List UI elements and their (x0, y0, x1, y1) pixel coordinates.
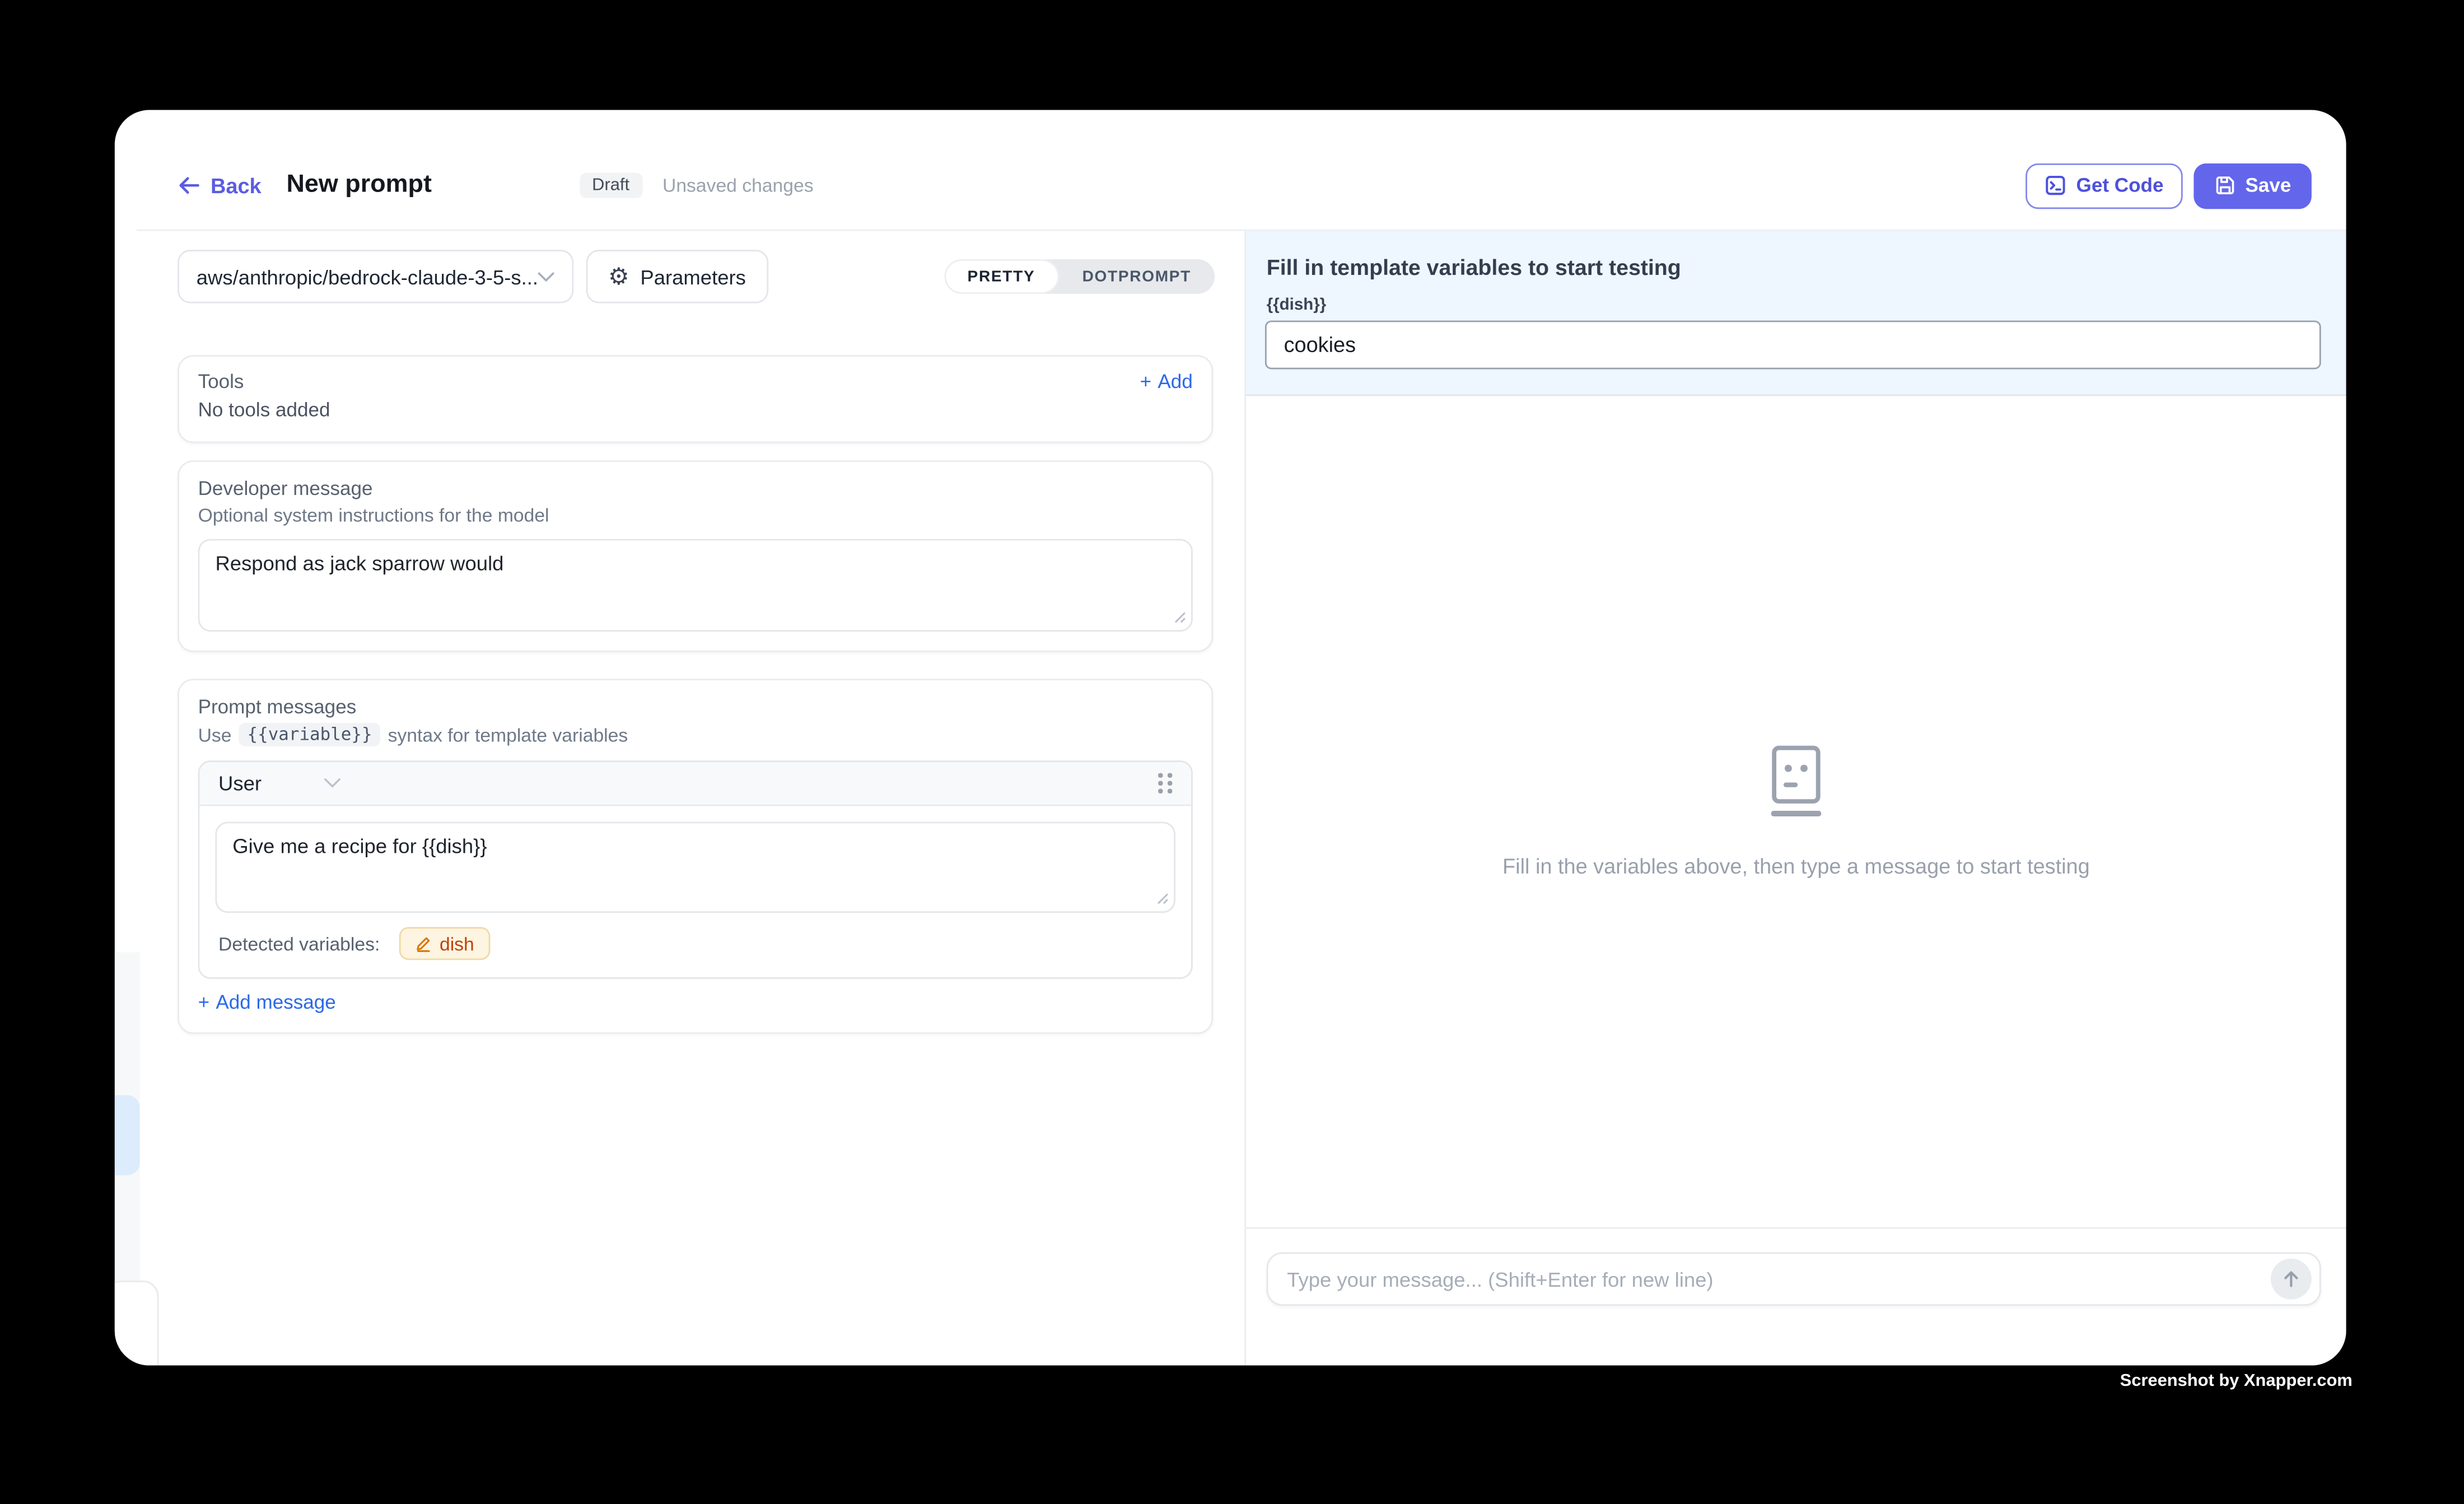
screenshot-stage: Back New prompt Draft Unsaved changes Ge… (0, 0, 2464, 1503)
test-panel: Fill in template variables to start test… (1246, 231, 2346, 1365)
detected-variables-label: Detected variables: (218, 932, 380, 954)
watermark-text: Screenshot by Xnapper.com (2120, 1372, 2353, 1391)
get-code-button[interactable]: Get Code (2026, 162, 2182, 208)
message-textarea[interactable]: Give me a recipe for {{dish}} (215, 822, 1175, 913)
hint-suffix: syntax for template variables (388, 723, 628, 745)
tools-title: Tools (198, 371, 244, 393)
chat-input-box (1267, 1252, 2321, 1305)
resize-handle-icon[interactable] (1156, 893, 1169, 905)
back-button[interactable]: Back (178, 174, 262, 197)
template-variables-title: Fill in template variables to start test… (1267, 255, 2321, 280)
message-role-value: User (218, 772, 262, 795)
editor-content: Tools + Add No tools added Developer mes… (115, 355, 1245, 1034)
drag-dot (1168, 781, 1172, 785)
chevron-down-icon (538, 271, 555, 282)
drag-dot (1168, 790, 1172, 793)
arrow-left-icon (178, 176, 199, 195)
message-role-select[interactable]: User (218, 772, 342, 795)
developer-message-textarea[interactable]: Respond as jack sparrow would (198, 539, 1193, 632)
toggle-option-pretty[interactable]: PRETTY (944, 259, 1058, 294)
model-select[interactable]: aws/anthropic/bedrock-claude-3-5-s... (178, 250, 573, 303)
app-window: Back New prompt Draft Unsaved changes Ge… (115, 110, 2346, 1365)
add-message-button[interactable]: + Add message (198, 992, 1193, 1013)
chevron-down-icon (324, 778, 342, 789)
message-block: User (198, 760, 1193, 979)
save-floppy-icon (2214, 174, 2236, 196)
code-terminal-icon (2045, 174, 2066, 196)
variable-chip-label: dish (440, 932, 474, 954)
back-label: Back (211, 174, 262, 197)
header-bar: Back New prompt Draft Unsaved changes Ge… (115, 110, 2346, 229)
chat-input-bar (1246, 1227, 2346, 1366)
developer-message-card: Developer message Optional system instru… (178, 460, 1213, 652)
developer-message-title: Developer message (198, 478, 1193, 499)
drag-dot (1158, 781, 1162, 785)
drag-dot (1158, 790, 1162, 793)
message-header: User (199, 762, 1191, 806)
parameters-button[interactable]: ⚙ Parameters (586, 250, 768, 303)
main-area: aws/anthropic/bedrock-claude-3-5-s... ⚙ … (115, 231, 2346, 1365)
developer-message-field-wrap: Respond as jack sparrow would (198, 539, 1193, 632)
message-field-wrap: Give me a recipe for {{dish}} (215, 822, 1175, 913)
variable-chip-dish[interactable]: dish (399, 927, 490, 960)
page-title: New prompt (287, 171, 432, 200)
parameters-label: Parameters (640, 265, 746, 288)
left-edge-highlight (115, 1095, 140, 1175)
editor-toolbar: aws/anthropic/bedrock-claude-3-5-s... ⚙ … (178, 250, 1215, 303)
status-badge: Draft (580, 173, 642, 198)
variable-syntax-hint: Use {{variable}} syntax for template var… (198, 723, 1193, 746)
gear-icon: ⚙ (608, 265, 629, 288)
arrow-up-icon (2281, 1269, 2300, 1288)
drag-dot (1168, 773, 1172, 777)
add-tool-label: Add (1158, 371, 1192, 393)
developer-message-subtitle: Optional system instructions for the mod… (198, 505, 1193, 526)
add-tool-button[interactable]: + Add (1140, 371, 1193, 393)
save-button[interactable]: Save (2194, 162, 2312, 208)
save-label: Save (2245, 174, 2291, 196)
variable-value-input[interactable] (1265, 320, 2321, 369)
tools-card: Tools + Add No tools added (178, 355, 1213, 443)
add-message-label: Add message (216, 992, 335, 1013)
plus-icon: + (1140, 371, 1152, 393)
drag-dot (1158, 773, 1162, 777)
prompt-messages-card: Prompt messages Use {{variable}} syntax … (178, 679, 1213, 1034)
resize-handle-icon[interactable] (1174, 611, 1186, 624)
plus-icon: + (198, 992, 210, 1013)
toggle-option-dotprompt[interactable]: DOTPROMPT (1058, 259, 1215, 294)
prompt-editor-panel: aws/anthropic/bedrock-claude-3-5-s... ⚙ … (115, 231, 1245, 1365)
template-variables-section: Fill in template variables to start test… (1246, 231, 2346, 396)
robot-face-icon (1758, 745, 1834, 820)
model-select-value: aws/anthropic/bedrock-claude-3-5-s... (197, 265, 538, 288)
empty-state-text: Fill in the variables above, then type a… (1502, 855, 2090, 879)
prompt-messages-title: Prompt messages (198, 696, 1193, 718)
detected-variables-row: Detected variables: dish (218, 927, 1172, 960)
chat-empty-state: Fill in the variables above, then type a… (1246, 396, 2346, 1227)
drag-handle[interactable] (1158, 773, 1172, 793)
hint-prefix: Use (198, 723, 232, 745)
chat-message-input[interactable] (1268, 1267, 2320, 1291)
view-mode-toggle: PRETTY DOTPROMPT (944, 259, 1215, 294)
tools-empty-text: No tools added (198, 399, 1193, 421)
send-button[interactable] (2271, 1259, 2312, 1300)
variable-code-chip: {{variable}} (239, 723, 380, 746)
get-code-label: Get Code (2076, 174, 2164, 196)
variable-key-label: {{dish}} (1267, 296, 2321, 315)
unsaved-changes-text: Unsaved changes (662, 174, 814, 196)
left-edge-popover (115, 1281, 159, 1366)
tools-card-header: Tools + Add (198, 371, 1193, 393)
pencil-icon (414, 935, 432, 952)
